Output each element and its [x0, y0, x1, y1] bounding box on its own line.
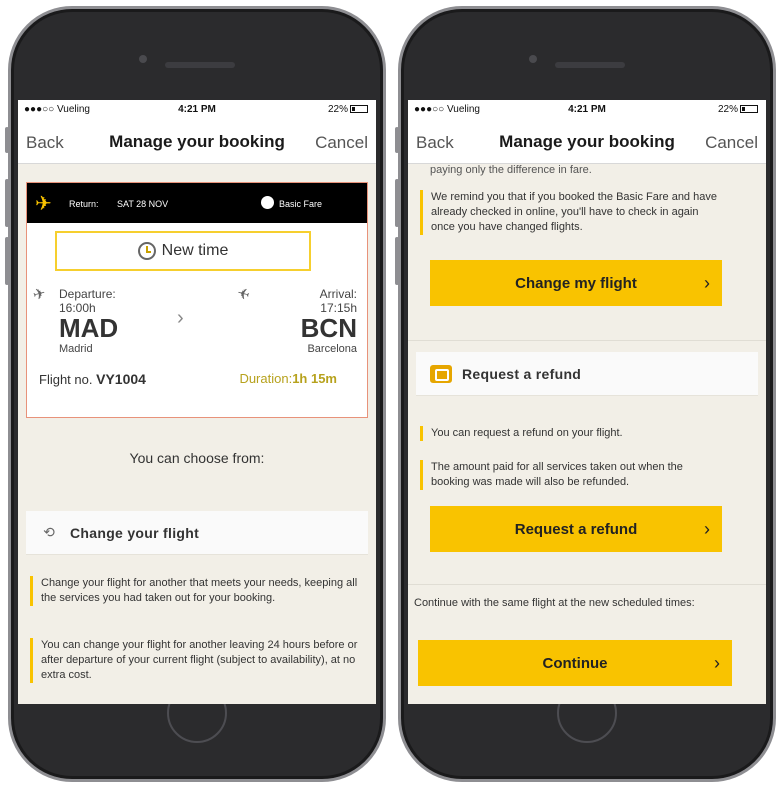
return-date: SAT 28 NOV	[117, 199, 169, 209]
section-divider	[408, 584, 766, 585]
earpiece-speaker	[555, 62, 625, 68]
mute-switch	[395, 127, 399, 153]
new-time-label: New time	[161, 242, 229, 259]
departure-city: Madrid	[59, 343, 93, 355]
change-flight-section-header[interactable]: ⟲ Change your flight	[26, 511, 368, 555]
flight-number-label: Flight no.	[39, 372, 93, 387]
arrival-city: Barcelona	[307, 343, 357, 355]
refund-bullet-2: The amount paid for all services taken o…	[420, 460, 720, 490]
volume-up-button	[395, 179, 399, 227]
section-divider	[408, 340, 766, 341]
flight-number-value: VY1004	[96, 371, 146, 387]
battery-indicator: 22%	[328, 104, 368, 115]
chevron-right-icon: ›	[704, 518, 710, 539]
nav-bar: Back Manage your booking Cancel	[18, 120, 376, 164]
chevron-right-icon: ›	[714, 652, 720, 673]
refund-icon	[430, 364, 452, 383]
battery-percent: 22%	[717, 104, 738, 115]
arrival-label: Arrival:	[319, 287, 357, 301]
screen-left: ●●●○○ Vueling 4:21 PM 22% Back Manage yo…	[18, 100, 376, 704]
departure-label: Departure:	[59, 287, 116, 301]
phone-frame-left: ●●●○○ Vueling 4:21 PM 22% Back Manage yo…	[5, 6, 386, 782]
flight-duration: Duration:1h 15m	[239, 371, 337, 386]
status-bar: ●●●○○ Vueling 4:21 PM 22%	[18, 100, 376, 120]
change-flight-title: Change your flight	[70, 524, 200, 541]
duration-label: Duration:	[239, 371, 293, 386]
request-refund-title: Request a refund	[462, 365, 582, 382]
continue-description: Continue with the same flight at the new…	[414, 597, 695, 609]
fare-dot-icon	[261, 196, 274, 209]
remind-bullet: We remind you that if you booked the Bas…	[420, 190, 720, 235]
nav-bar: Back Manage your booking Cancel	[408, 120, 766, 164]
mute-switch	[5, 127, 9, 153]
volume-down-button	[395, 237, 399, 285]
battery-icon	[350, 105, 368, 114]
status-bar: ●●●○○ Vueling 4:21 PM 22%	[408, 100, 766, 120]
volume-up-button	[5, 179, 9, 227]
front-camera	[529, 55, 537, 63]
screen-right: ●●●○○ Vueling 4:21 PM 22% Back Manage yo…	[408, 100, 766, 704]
clock-time: 4:21 PM	[568, 104, 606, 115]
change-my-flight-label: Change my flight	[515, 274, 637, 292]
cancel-button[interactable]: Cancel	[705, 133, 758, 153]
change-bullet-1: Change your flight for another that meet…	[30, 576, 360, 606]
flight-number: Flight no. VY1004	[39, 371, 146, 387]
request-refund-section-header[interactable]: Request a refund	[416, 352, 758, 396]
swap-icon: ⟲	[43, 524, 55, 540]
plane-icon: ✈	[35, 193, 52, 215]
volume-down-button	[5, 237, 9, 285]
request-refund-label: Request a refund	[514, 520, 638, 538]
phone-frame-right: ●●●○○ Vueling 4:21 PM 22% Back Manage yo…	[395, 6, 776, 782]
cancel-button[interactable]: Cancel	[315, 133, 368, 153]
choose-heading: You can choose from:	[129, 450, 265, 466]
battery-percent: 22%	[327, 104, 348, 115]
earpiece-speaker	[165, 62, 235, 68]
flight-card-header: ✈ Return: SAT 28 NOV Basic Fare	[27, 183, 367, 223]
battery-icon	[740, 105, 758, 114]
battery-indicator: 22%	[718, 104, 758, 115]
partial-text: paying only the difference in fare.	[430, 164, 592, 176]
clock-time: 4:21 PM	[178, 104, 216, 115]
flight-card: ✈ Return: SAT 28 NOV Basic Fare New time…	[26, 182, 368, 418]
landing-icon: ✈	[234, 284, 252, 305]
refund-bullet-1: You can request a refund on your flight.	[420, 426, 720, 441]
takeoff-icon: ✈	[31, 284, 48, 305]
front-camera	[139, 55, 147, 63]
new-time-badge: New time	[55, 231, 311, 271]
clock-icon	[137, 242, 156, 260]
change-my-flight-button[interactable]: Change my flight ›	[430, 260, 722, 306]
route-chevron-icon: ›	[177, 307, 184, 329]
continue-label: Continue	[542, 654, 608, 672]
arrival-code: BCN	[300, 313, 357, 343]
continue-button[interactable]: Continue ›	[418, 640, 732, 686]
chevron-right-icon: ›	[704, 272, 710, 293]
request-refund-button[interactable]: Request a refund ›	[430, 506, 722, 552]
fare-label: Basic Fare	[279, 199, 323, 209]
duration-value: 1h 15m	[292, 371, 337, 386]
return-label: Return:	[69, 199, 99, 209]
change-bullet-2: You can change your flight for another l…	[30, 638, 360, 683]
departure-code: MAD	[59, 313, 119, 343]
